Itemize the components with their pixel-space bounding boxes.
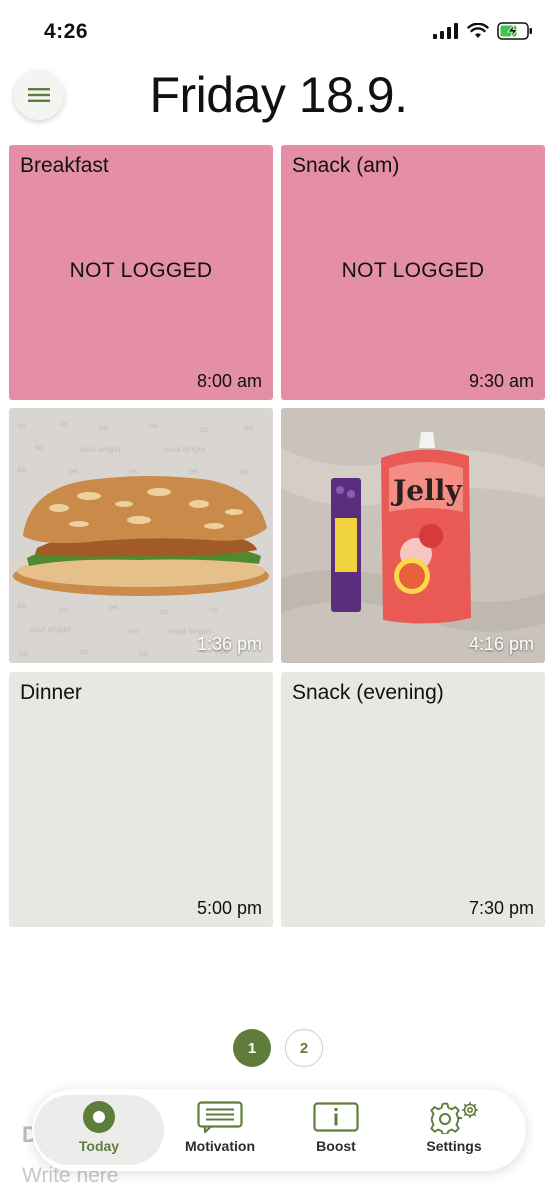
svg-text:os: os <box>17 601 26 610</box>
svg-text:os: os <box>209 605 218 614</box>
meal-time: 9:30 am <box>468 371 534 391</box>
meal-label: Dinner <box>20 681 82 704</box>
jelly-snacks-photo: Jelly <box>281 408 545 663</box>
svg-text:os: os <box>149 421 158 430</box>
meal-time: 8:00 am <box>196 371 262 391</box>
meal-label: Snack (evening) <box>292 681 444 704</box>
svg-text:os: os <box>139 649 148 658</box>
chicken-sandwich-photo: os os os os os os so soul origin soul origin os… <box>9 408 273 663</box>
svg-text:so: so <box>34 443 43 452</box>
meal-tile-snack-pm-photo[interactable]: Jelly 4:16 pm <box>281 408 545 663</box>
svg-text:os: os <box>199 425 208 434</box>
meal-tile-breakfast[interactable]: Breakfast NOT LOGGED 8:00 am <box>9 145 273 400</box>
nav-today-label: Today <box>78 1138 120 1154</box>
page-indicator: 1 2 <box>233 1029 323 1067</box>
page-title: Friday 18.9. <box>149 67 408 123</box>
nav-today[interactable]: Today <box>34 1095 164 1165</box>
svg-text:os: os <box>159 607 168 616</box>
svg-text:Jelly: Jelly <box>390 474 462 507</box>
meal-tile-lunch-photo[interactable]: os os os os os os so soul origin soul origin os… <box>9 408 273 663</box>
meal-tile-dinner[interactable]: Dinner 5:00 pm <box>9 672 273 927</box>
svg-text:os: os <box>59 605 68 614</box>
svg-text:soul origin: soul origin <box>79 445 121 454</box>
meal-label: Snack (am) <box>292 154 400 177</box>
bottom-nav: Today Motivation Boost Settings <box>32 1089 526 1171</box>
battery-charging-icon <box>497 22 532 40</box>
svg-text:os: os <box>19 649 28 658</box>
signal-icon <box>433 23 458 39</box>
meal-time: 1:36 pm <box>196 634 262 654</box>
svg-text:os: os <box>17 465 26 474</box>
svg-text:soul origin: soul origin <box>164 445 206 454</box>
wifi-icon <box>467 23 489 38</box>
meal-status: NOT LOGGED <box>69 259 213 282</box>
nav-boost[interactable]: Boost <box>288 1095 384 1165</box>
meal-status: NOT LOGGED <box>341 259 485 282</box>
svg-text:os: os <box>99 423 108 432</box>
page-dot-1[interactable]: 1 <box>233 1029 271 1067</box>
page-dot-2[interactable]: 2 <box>285 1029 323 1067</box>
status-icons <box>433 22 533 40</box>
meal-time: 4:16 pm <box>468 634 534 654</box>
meal-tile-snack-evening[interactable]: Snack (evening) 7:30 pm <box>281 672 545 927</box>
speech-bubble-icon <box>197 1101 243 1133</box>
nav-settings-label: Settings <box>426 1138 482 1154</box>
svg-text:os: os <box>239 467 248 476</box>
svg-text:os: os <box>69 467 78 476</box>
today-icon <box>83 1101 115 1133</box>
nav-boost-label: Boost <box>316 1138 356 1154</box>
svg-text:os: os <box>109 603 118 612</box>
svg-text:os: os <box>59 419 68 428</box>
svg-text:so: so <box>129 627 138 636</box>
meal-label: Breakfast <box>20 154 109 177</box>
nav-motivation-label: Motivation <box>185 1138 255 1154</box>
svg-text:os: os <box>79 647 88 656</box>
nav-motivation[interactable]: Motivation <box>170 1095 270 1165</box>
status-time: 4:26 <box>44 20 89 43</box>
svg-text:soul origin: soul origin <box>29 625 71 634</box>
status-bar: 4:26 <box>0 0 553 64</box>
svg-text:os: os <box>189 467 198 476</box>
gears-icon <box>430 1102 478 1134</box>
info-box-icon <box>313 1102 359 1132</box>
svg-text:os: os <box>244 423 253 432</box>
meal-time: 5:00 pm <box>196 898 262 918</box>
meal-tile-snack-am[interactable]: Snack (am) NOT LOGGED 9:30 am <box>281 145 545 400</box>
svg-text:os: os <box>129 467 138 476</box>
nav-settings[interactable]: Settings <box>404 1095 504 1165</box>
svg-text:os: os <box>17 421 26 430</box>
meal-time: 7:30 pm <box>468 898 534 918</box>
